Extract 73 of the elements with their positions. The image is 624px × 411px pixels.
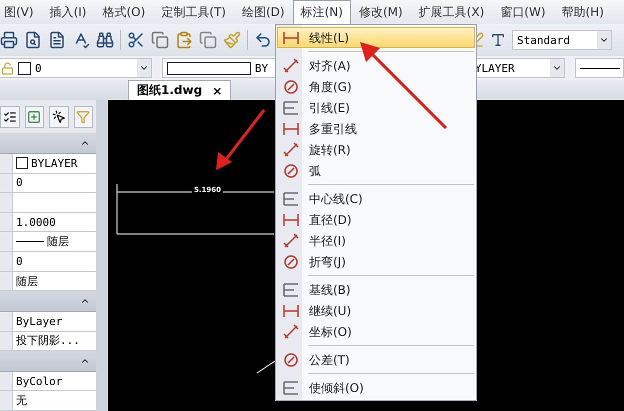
layer-dropdown[interactable]: 0 — [0, 58, 152, 78]
undo-icon[interactable] — [254, 31, 272, 49]
copy-icon[interactable] — [151, 31, 169, 49]
dimension-icon — [282, 302, 300, 318]
binoculars-icon[interactable] — [96, 31, 114, 49]
dimension-icon — [282, 120, 300, 136]
property-value: 0 — [13, 174, 96, 192]
menu-item[interactable]: 半径(I) — [277, 230, 475, 251]
dimension-icon — [282, 142, 300, 158]
list-icon[interactable] — [0, 106, 20, 128]
menu-item[interactable]: 多重引线 — [277, 118, 475, 139]
menu-item[interactable]: 坐标(O) — [277, 321, 475, 342]
menu-item[interactable]: 修改(M) — [350, 0, 411, 24]
menu-item[interactable]: 弧 — [277, 160, 475, 181]
property-value: ByColor — [13, 372, 96, 390]
dimension-icon — [282, 282, 300, 298]
property-value: ByLayer — [13, 312, 96, 331]
menu-item[interactable]: 标注(N) — [292, 0, 351, 24]
add-icon[interactable] — [24, 106, 44, 128]
paste-icon[interactable] — [175, 31, 193, 49]
menu-item[interactable]: 格式(O) — [94, 0, 154, 24]
cut-icon[interactable] — [127, 31, 145, 49]
menu-item[interactable]: 线性(L) — [277, 27, 475, 48]
menu-item[interactable]: 公差(T) — [277, 349, 475, 370]
menu-item[interactable]: 图(V) — [0, 0, 42, 24]
dimension-icon — [282, 190, 300, 206]
dimension-icon — [282, 212, 300, 228]
dimension-icon — [282, 232, 300, 248]
menu-item[interactable]: 引线(E) — [277, 97, 475, 118]
menu-item[interactable]: 折弯(J) — [277, 251, 475, 272]
menu-item[interactable]: 基线(B) — [277, 279, 475, 300]
menu-item[interactable]: 插入(I) — [42, 0, 94, 24]
menu-item[interactable]: 定制工具(T) — [153, 0, 234, 24]
dimension-icon — [282, 30, 300, 46]
menu-item[interactable]: 中心线(C) — [277, 188, 475, 209]
property-value: 无 — [13, 391, 96, 410]
menu-item[interactable]: 旋转(R) — [277, 139, 475, 160]
lineweight-dropdown[interactable] — [574, 58, 624, 78]
property-value: 1.0000 — [13, 212, 96, 232]
document-icon[interactable] — [48, 31, 66, 49]
printer-icon[interactable] — [0, 31, 18, 49]
color-swatch-icon — [16, 157, 28, 170]
menu-item[interactable]: 直径(D) — [277, 209, 475, 230]
dimension-icon — [282, 324, 300, 340]
menu-item[interactable]: 绘图(D) — [234, 0, 293, 24]
dimension-icon — [282, 254, 300, 270]
dimension-icon — [282, 58, 300, 74]
dimension-icon — [282, 162, 300, 178]
dimension-icon — [282, 352, 300, 368]
color-swatch-icon — [166, 62, 251, 74]
line-sample-icon — [16, 241, 44, 242]
text-style-dropdown[interactable]: Standard — [512, 30, 612, 50]
property-value: 随层 — [13, 232, 96, 252]
property-value: 投下阴影... — [13, 332, 96, 350]
lock-icon — [1, 62, 14, 74]
property-value: 随层 — [13, 272, 96, 290]
property-value: 0 — [13, 252, 96, 271]
menu-item[interactable]: 窗口(W) — [492, 0, 554, 24]
annotation-arrow — [214, 108, 266, 172]
print-preview-icon[interactable] — [24, 31, 42, 49]
dimension-icon — [282, 100, 300, 116]
select-icon[interactable] — [49, 106, 68, 128]
document-tab[interactable]: 图纸1.dwg × — [128, 80, 232, 100]
property-value: BYLAYER — [13, 154, 96, 173]
color-swatch-icon — [18, 62, 31, 74]
dimension-icon — [282, 78, 300, 94]
menu-item[interactable]: 继续(U) — [277, 300, 475, 321]
menu-item[interactable]: 角度(G) — [277, 76, 475, 97]
close-icon[interactable]: × — [212, 84, 222, 98]
menu-item[interactable]: 帮助(H) — [554, 0, 612, 24]
dimension-icon — [282, 380, 300, 396]
menu-item[interactable]: 扩展工具(X) — [410, 0, 492, 24]
menu-item[interactable]: 使倾斜(O) — [277, 377, 475, 398]
